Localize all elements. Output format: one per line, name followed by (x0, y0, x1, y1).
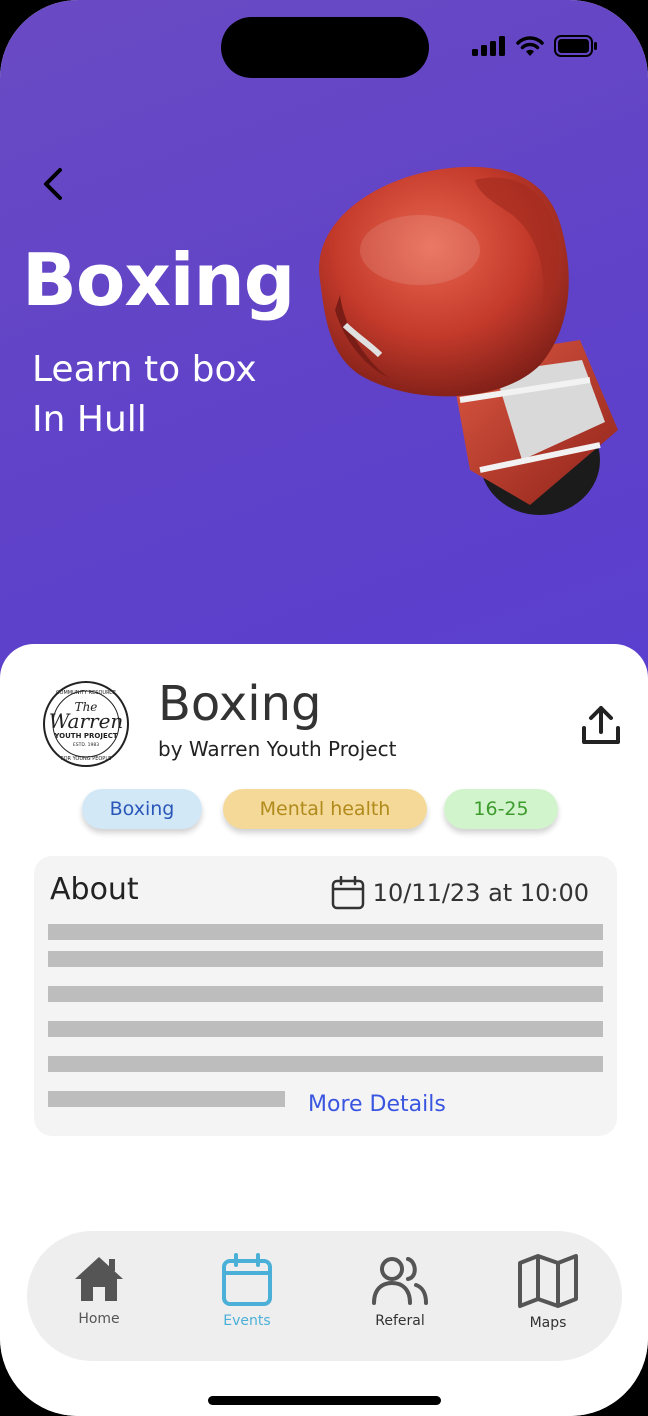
tag-age-range[interactable]: 16-25 (444, 789, 558, 829)
text-placeholder-line (48, 1091, 285, 1107)
boxing-glove-image (319, 166, 618, 515)
logo-name-text: Warren (49, 709, 124, 733)
back-chevron-icon[interactable] (34, 162, 78, 206)
warren-logo: COMMUNITY RESOURCE The Warren YOUTH PROJ… (43, 681, 129, 767)
nav-label-home: Home (78, 1311, 120, 1327)
event-title: Boxing (158, 676, 322, 732)
nav-label-maps: Maps (529, 1315, 567, 1331)
more-details-link[interactable]: More Details (308, 1092, 446, 1117)
nav-item-home[interactable]: Home (39, 1253, 159, 1327)
dynamic-island (221, 17, 429, 78)
hero-title: Boxing (22, 238, 295, 322)
hero-subtitle-line1: Learn to box (32, 349, 257, 390)
home-indicator[interactable] (208, 1396, 441, 1405)
bottom-nav: Home Events Referal Maps (27, 1231, 622, 1361)
nav-item-maps[interactable]: Maps (488, 1253, 608, 1331)
calendar-icon (331, 876, 364, 910)
calendar-icon (222, 1253, 272, 1306)
wifi-icon (516, 36, 544, 56)
tag-boxing[interactable]: Boxing (82, 789, 202, 829)
event-date: 10/11/23 at 10:00 (331, 876, 589, 910)
tag-mental-health[interactable]: Mental health (223, 789, 427, 829)
text-placeholder-line (48, 1056, 603, 1072)
nav-item-events[interactable]: Events (187, 1253, 307, 1329)
users-icon (372, 1257, 428, 1305)
about-title: About (50, 872, 139, 907)
signal-icon (472, 36, 505, 56)
status-bar (472, 35, 598, 57)
event-date-text: 10/11/23 at 10:00 (372, 879, 589, 907)
nav-item-referal[interactable]: Referal (340, 1253, 460, 1329)
home-icon (75, 1257, 123, 1301)
logo-top-text: COMMUNITY RESOURCE (56, 690, 116, 696)
logo-bottom-text: FOR YOUNG PEOPLE (61, 756, 112, 762)
text-placeholder-line (48, 924, 603, 940)
battery-icon (554, 35, 597, 57)
text-placeholder-line (48, 951, 603, 967)
nav-label-events: Events (223, 1313, 271, 1329)
logo-sub-text: YOUTH PROJECT (53, 732, 118, 740)
nav-label-referal: Referal (375, 1313, 425, 1329)
hero-subtitle-line2: In Hull (32, 399, 147, 440)
event-organizer: by Warren Youth Project (158, 737, 397, 761)
hero-subtitle: Learn to box In Hull (32, 345, 257, 445)
share-icon[interactable] (578, 704, 624, 748)
text-placeholder-line (48, 986, 603, 1002)
logo-est-text: ESTD. 1983 (73, 742, 99, 748)
text-placeholder-line (48, 1021, 603, 1037)
hero-banner: Boxing Learn to box In Hull (0, 0, 648, 700)
phone-screen: Boxing Learn to box In Hull COMMUNITY RE… (0, 0, 648, 1416)
map-icon (518, 1254, 578, 1308)
about-card: About 10/11/23 at 10:00 More Details (34, 856, 617, 1136)
